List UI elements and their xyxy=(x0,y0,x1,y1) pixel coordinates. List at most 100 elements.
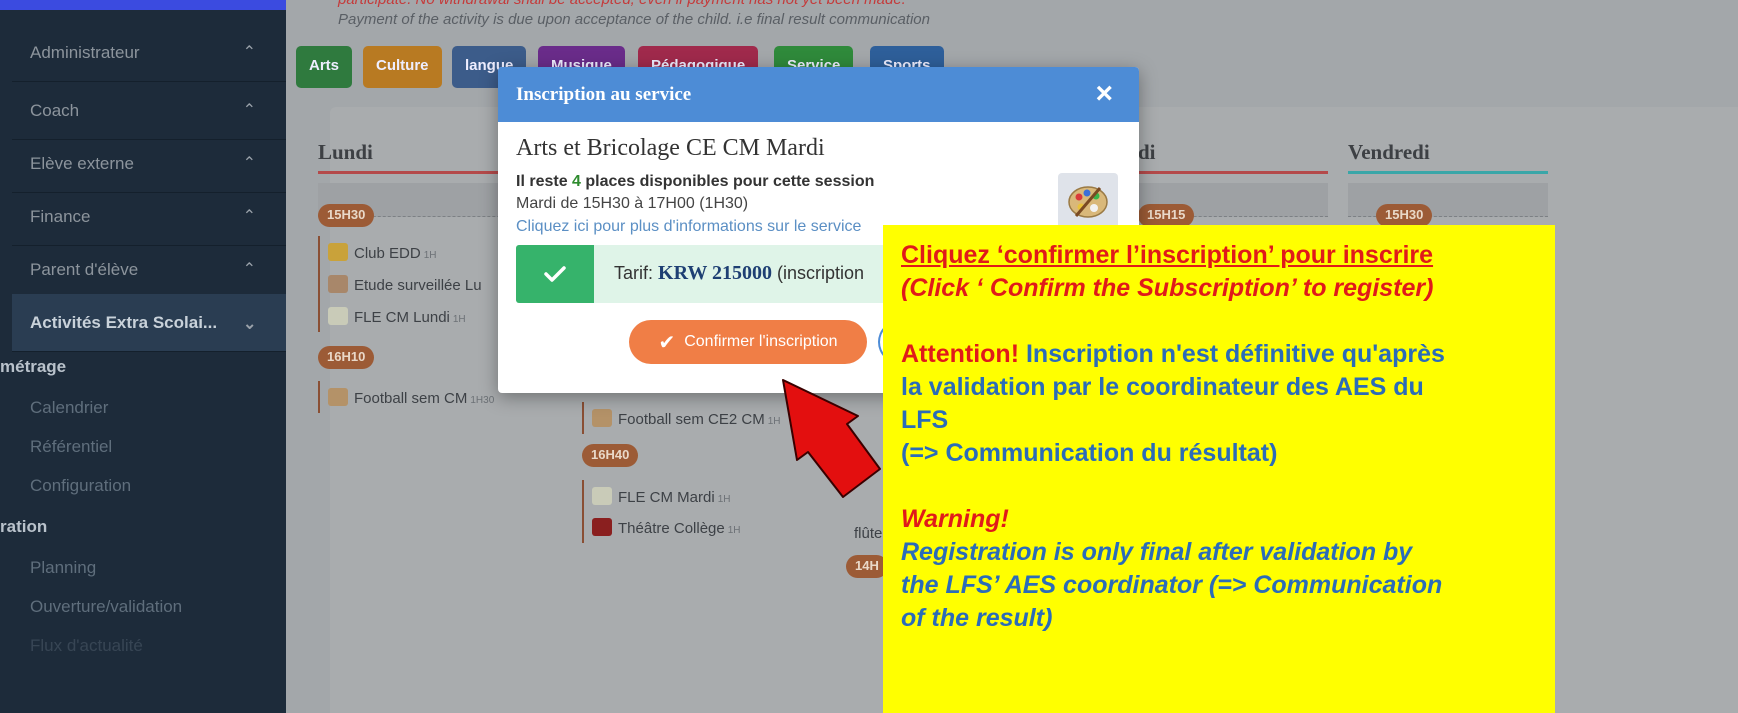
callout-line-4: la validation par le coordinateur des AE… xyxy=(901,373,1424,401)
callout-spacer xyxy=(901,470,1539,503)
callout-line-2: (Click ‘ Confirm the Subscription’ to re… xyxy=(901,274,1434,302)
places-count: 4 xyxy=(572,173,581,190)
price-text: Tarif: KRW 215000 (inscription xyxy=(614,262,864,285)
sidebar-item-finance[interactable]: Finance ⌃ xyxy=(12,188,286,246)
activity-icon xyxy=(328,307,348,325)
tarif-label: Tarif: xyxy=(614,263,659,283)
activity-name: FLE CM Lundi xyxy=(354,309,450,326)
activity-name: Football sem CM xyxy=(354,390,468,407)
activity-duration: 1H xyxy=(423,250,437,261)
activity-name: Club EDD xyxy=(354,245,421,262)
activity-theatre-college[interactable]: Théâtre Collège 1H xyxy=(582,511,802,543)
time-badge: 14H xyxy=(846,555,888,578)
activity-icon xyxy=(592,487,612,505)
chevron-up-icon: ⌃ xyxy=(242,208,256,225)
callout-line-1: Cliquez ‘confirmer l’inscription’ pour i… xyxy=(901,241,1434,269)
activity-duration: 1H xyxy=(717,494,731,505)
sidebar: Administrateur ⌃ Coach ⌃ Elève externe ⌃… xyxy=(0,0,310,713)
notice-payment: Payment of the activity is due upon acce… xyxy=(338,11,930,28)
activity-duration: 1H xyxy=(767,416,781,427)
sidebar-item-label: Elève externe xyxy=(30,153,134,173)
tag-arts[interactable]: Arts xyxy=(296,46,353,88)
activity-icon xyxy=(328,243,348,261)
activity-name: Etude surveillée Lu xyxy=(354,277,482,294)
confirm-subscription-button[interactable]: ✔ Confirmer l'inscription xyxy=(629,320,867,364)
sidebar-item-activites-extra-scolaires[interactable]: Activités Extra Scolai... ⌃ xyxy=(12,294,286,352)
activity-flute[interactable]: flûte xyxy=(846,518,886,550)
sidebar-link-planning[interactable]: Planning xyxy=(30,558,96,578)
sidebar-section-parametrage: métrage xyxy=(0,357,67,376)
day-header-jeudi: di xyxy=(1138,140,1156,164)
activity-name: Football sem CE2 CM xyxy=(618,411,765,428)
close-icon[interactable]: × xyxy=(1095,77,1113,111)
sidebar-item-label: Parent d'élève xyxy=(30,259,139,279)
sidebar-link-flux-actualite[interactable]: Flux d'actualité xyxy=(30,636,143,656)
day-underline xyxy=(1348,171,1548,174)
activity-fle-cm-mardi[interactable]: FLE CM Mardi 1H xyxy=(582,480,802,512)
warning-label: Warning! xyxy=(901,505,1009,533)
sidebar-item-label: Finance xyxy=(30,206,91,226)
warning-line-2: the LFS’ AES coordinator (=> Communicati… xyxy=(901,571,1443,599)
chevron-up-icon: ⌃ xyxy=(242,44,256,61)
places-suffix: places disponibles pour cette session xyxy=(580,173,875,190)
activity-icon xyxy=(328,388,348,406)
callout-spacer xyxy=(901,305,1539,338)
chevron-down-icon: ⌃ xyxy=(242,313,256,330)
activity-title: Arts et Bricolage CE CM Mardi xyxy=(516,135,825,161)
callout-line-6: (=> Communication du résultat) xyxy=(901,439,1278,467)
notice-top: participate. No withdrawal shall be acce… xyxy=(338,0,906,8)
places-available: Il reste 4 places disponibles pour cette… xyxy=(516,173,874,191)
activity-icon xyxy=(592,518,612,536)
sidebar-item-administrateur[interactable]: Administrateur ⌃ xyxy=(12,24,286,82)
time-badge: 16H10 xyxy=(318,346,375,369)
time-badge: 16H40 xyxy=(582,444,639,467)
warning-line-3: of the result) xyxy=(901,604,1053,632)
modal-header: Inscription au service × xyxy=(498,67,1139,122)
activity-football-sem-cm[interactable]: Football sem CM 1H30 xyxy=(318,381,528,413)
warning-line-1: Registration is only final after validat… xyxy=(901,538,1413,566)
callout-attention: Attention! Inscription n'est définitive … xyxy=(901,338,1539,371)
time-badge: 15H15 xyxy=(1138,204,1195,227)
chevron-up-icon: ⌃ xyxy=(242,261,256,278)
callout-line-5: LFS xyxy=(901,406,949,434)
sidebar-item-coach[interactable]: Coach ⌃ xyxy=(12,82,286,140)
day-underline xyxy=(1138,171,1328,174)
sidebar-item-label: Activités Extra Scolai... xyxy=(30,312,218,332)
tarif-suffix: (inscription xyxy=(771,263,864,283)
sidebar-item-label: Coach xyxy=(30,100,80,120)
day-header-vendredi: Vendredi xyxy=(1348,140,1430,164)
activity-duration: 1H xyxy=(452,314,466,325)
activity-etude-surveillee[interactable]: Etude surveillée Lu xyxy=(318,268,498,300)
check-icon xyxy=(516,245,594,303)
top-accent-bar xyxy=(0,0,310,10)
modal-title: Inscription au service xyxy=(516,84,692,105)
palette-icon xyxy=(1058,173,1118,231)
places-prefix: Il reste xyxy=(516,173,573,190)
activity-icon xyxy=(328,275,348,293)
tarif-amount: KRW 215000 xyxy=(658,262,772,284)
activity-football-sem-ce2-cm[interactable]: Football sem CE2 CM 1H xyxy=(582,402,802,434)
activity-duration: 1H30 xyxy=(470,395,495,406)
confirm-label: Confirmer l'inscription xyxy=(684,333,838,350)
sidebar-item-label: Administrateur xyxy=(30,42,140,62)
sidebar-item-parent-eleve[interactable]: Parent d'élève ⌃ xyxy=(12,241,286,299)
activity-icon xyxy=(592,409,612,427)
time-badge: 15H30 xyxy=(318,204,375,227)
check-icon: ✔ xyxy=(658,331,676,354)
tag-culture[interactable]: Culture xyxy=(363,46,442,88)
session-schedule: Mardi de 15H30 à 17H00 (1H30) xyxy=(516,195,749,212)
attention-text: Inscription n'est définitive qu'après xyxy=(1019,340,1445,368)
chevron-up-icon: ⌃ xyxy=(242,102,256,119)
time-badge: 15H30 xyxy=(1376,204,1433,227)
more-info-link[interactable]: Cliquez ici pour plus d'informations sur… xyxy=(516,218,861,236)
sidebar-link-calendrier[interactable]: Calendrier xyxy=(30,398,108,418)
sidebar-link-referentiel[interactable]: Référentiel xyxy=(30,437,112,457)
sidebar-link-ouverture-validation[interactable]: Ouverture/validation xyxy=(30,597,182,617)
activity-fle-cm-lundi[interactable]: FLE CM Lundi 1H xyxy=(318,300,498,332)
sidebar-link-configuration[interactable]: Configuration xyxy=(30,476,131,496)
sidebar-section-operation: ration xyxy=(0,517,48,536)
activity-name: FLE CM Mardi xyxy=(618,489,715,506)
sidebar-item-eleve-externe[interactable]: Elève externe ⌃ xyxy=(12,135,286,193)
activity-name: Théâtre Collège xyxy=(618,520,725,537)
instruction-callout: Cliquez ‘confirmer l’inscription’ pour i… xyxy=(883,225,1555,713)
